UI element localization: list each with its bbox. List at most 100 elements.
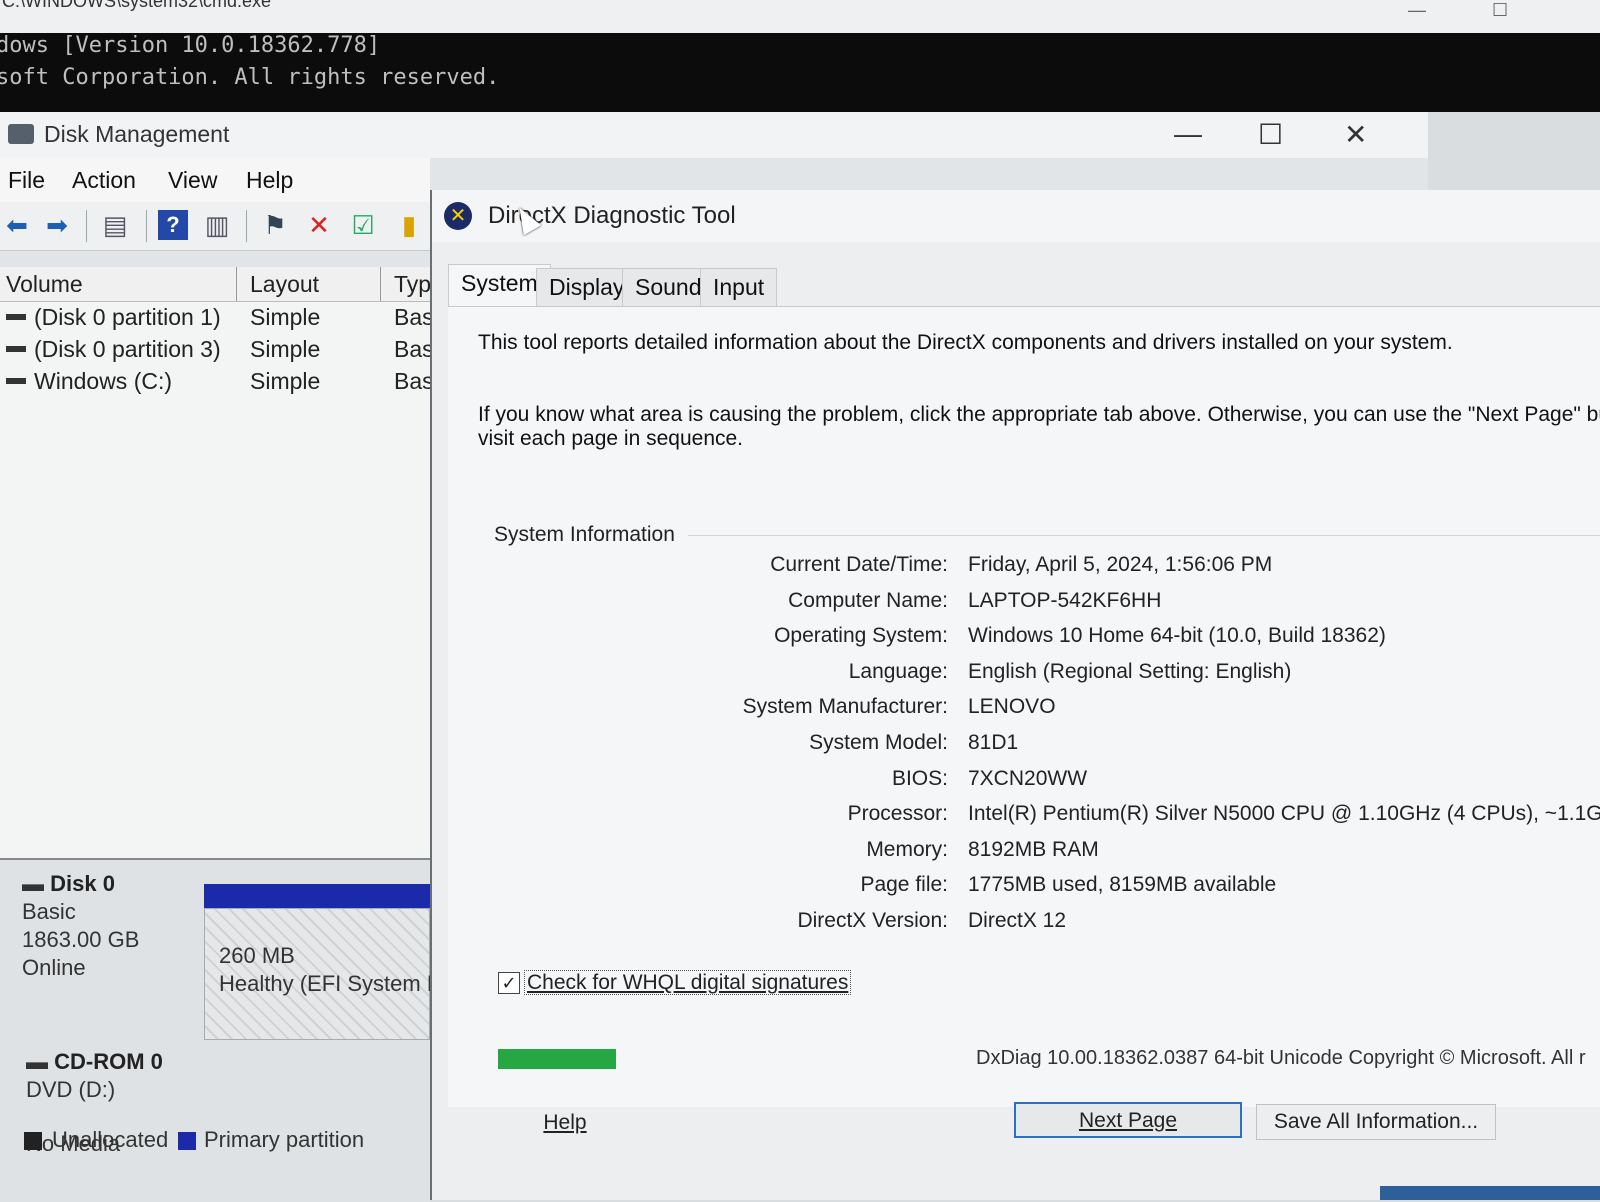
disk0-status: Online — [22, 955, 86, 980]
info-label: System Model: — [809, 731, 948, 754]
intro-text: This tool reports detailed information a… — [478, 331, 1453, 354]
menu-action[interactable]: Action — [72, 167, 136, 194]
info-label: Operating System: — [774, 624, 948, 648]
volume-layout: Simple — [250, 304, 321, 330]
next-page-label: Next Page — [1078, 1109, 1178, 1132]
info-label: Memory: — [866, 837, 948, 861]
column-type[interactable]: Typ — [394, 271, 431, 298]
dm-title: Disk Management — [44, 121, 230, 147]
info-row: BIOS: 7XCN20WW — [448, 767, 1600, 797]
dxdiag-window: ✕ DirectX Diagnostic Tool System Display… — [430, 190, 1600, 1200]
connect-icon[interactable]: ⚑ — [260, 210, 290, 240]
volume-name: (Disk 0 partition 1) — [34, 304, 221, 330]
next-page-button[interactable]: Next Page — [1014, 1102, 1242, 1138]
menu-view[interactable]: View — [168, 167, 217, 194]
intro-text-3: visit each page in sequence. — [478, 427, 744, 450]
menu-file[interactable]: File — [8, 167, 45, 194]
volume-list: (Disk 0 partition 1) Simple Bas (Disk 0 … — [0, 302, 434, 858]
forward-arrow-icon[interactable]: ➡ — [42, 210, 72, 240]
table-row[interactable]: (Disk 0 partition 1) Simple Bas — [0, 302, 434, 334]
volume-name: Windows (C:) — [34, 368, 173, 394]
disk0-size: 1863.00 GB — [22, 927, 140, 952]
volume-layout: Simple — [250, 368, 321, 394]
cmd-line: dows [Version 10.0.18362.778] — [0, 33, 381, 58]
whql-checkbox-label[interactable]: Check for WHQL digital signatures — [524, 970, 852, 995]
help-button[interactable]: Help — [530, 1106, 600, 1142]
info-value: 1775MB used, 8159MB available — [968, 873, 1277, 897]
progress-fill — [498, 1049, 616, 1069]
columns-icon[interactable]: ▥ — [202, 210, 232, 240]
save-all-information-button[interactable]: Save All Information... — [1256, 1104, 1496, 1140]
properties-icon[interactable]: ▤ — [100, 210, 130, 240]
whql-checkbox[interactable]: ✓ Check for WHQL digital signatures — [498, 970, 852, 995]
info-value: LENOVO — [968, 695, 1056, 719]
volume-icon — [6, 314, 26, 320]
info-value: 7XCN20WW — [968, 766, 1088, 790]
tab-input[interactable]: Input — [700, 268, 778, 307]
column-divider[interactable] — [236, 267, 237, 301]
volume-icon — [6, 378, 26, 384]
dxdiag-titlebar[interactable]: ✕ DirectX Diagnostic Tool — [432, 190, 1600, 242]
directx-logo-icon: ✕ — [444, 202, 472, 230]
column-divider[interactable] — [380, 267, 381, 301]
cmd-maximize-button[interactable]: ☐ — [1492, 0, 1508, 21]
legend-unallocated-swatch — [24, 1132, 42, 1150]
volume-type: Bas — [394, 368, 434, 394]
info-row: DirectX Version: DirectX 12 — [448, 909, 1600, 939]
partition-header-bar — [204, 884, 430, 908]
cdrom-name: CD-ROM 0 — [54, 1049, 163, 1074]
dm-close-button[interactable]: ✕ — [1344, 118, 1367, 151]
check-icon[interactable]: ☑ — [348, 210, 378, 240]
legend-primary-label: Primary partition — [204, 1127, 365, 1152]
toolbar-separator — [246, 210, 247, 242]
info-value: DirectX 12 — [968, 909, 1067, 932]
toolbar-separator — [86, 210, 87, 242]
info-value: Windows 10 Home 64-bit (10.0, Build 1836… — [968, 624, 1386, 648]
system-tab-panel: This tool reports detailed information a… — [448, 306, 1600, 1107]
disk0-name: Disk 0 — [50, 871, 115, 896]
info-value: 81D1 — [968, 731, 1019, 754]
legend-unallocated-label: Unallocated — [52, 1127, 169, 1152]
progress-bar — [498, 1049, 616, 1069]
column-volume[interactable]: Volume — [6, 271, 83, 298]
disk-management-icon — [8, 124, 34, 144]
taskbar-edge — [1380, 1186, 1600, 1200]
delete-icon[interactable]: ✕ — [304, 210, 334, 240]
legend-primary-swatch — [178, 1132, 196, 1150]
info-value: Intel(R) Pentium(R) Silver N5000 CPU @ 1… — [968, 802, 1600, 826]
dm-toolbar: ⬅ ➡ ▤ ? ▥ ⚑ ✕ ☑ ▮ — [0, 202, 430, 251]
cmd-window: C:\WINDOWS\system32\cmd.exe — ☐ dows [Ve… — [0, 0, 1600, 112]
info-row: System Manufacturer: LENOVO — [448, 695, 1600, 725]
section-title: System Information — [494, 523, 675, 546]
volume-type: Bas — [394, 336, 434, 362]
dm-menubar: File Action View Help — [0, 158, 430, 202]
table-row[interactable]: Windows (C:) Simple Bas — [0, 366, 434, 398]
dm-minimize-button[interactable]: — — [1174, 118, 1202, 150]
table-row[interactable]: (Disk 0 partition 3) Simple Bas — [0, 334, 434, 366]
info-row: Language: English (Regional Setting: Engl… — [448, 660, 1600, 690]
info-value: LAPTOP-542KF6HH — [968, 588, 1162, 612]
toolbar-separator — [146, 210, 147, 242]
info-value: English (Regional Setting: English) — [968, 659, 1292, 683]
partition-size: 260 MB — [219, 943, 295, 968]
cmd-minimize-button[interactable]: — — [1408, 0, 1426, 21]
info-label: Computer Name: — [788, 588, 948, 612]
dm-maximize-button[interactable]: ☐ — [1258, 118, 1283, 151]
help-icon[interactable]: ? — [158, 210, 188, 240]
info-row: Current Date/Time: Friday, April 5, 2024,… — [448, 553, 1600, 583]
info-value: Friday, April 5, 2024, 1:56:06 PM — [968, 553, 1273, 576]
volume-name: (Disk 0 partition 3) — [34, 336, 221, 362]
export-icon[interactable]: ▮ — [394, 210, 424, 240]
whql-checkbox-box[interactable]: ✓ — [498, 972, 520, 995]
info-label: DirectX Version: — [797, 909, 948, 932]
partition-block[interactable]: 260 MB Healthy (EFI System P — [204, 908, 442, 1040]
info-label: Current Date/Time: — [770, 553, 948, 576]
disk0-info[interactable]: ▬ Disk 0 Basic 1863.00 GB Online — [22, 870, 139, 982]
back-arrow-icon[interactable]: ⬅ — [2, 210, 32, 240]
menu-help[interactable]: Help — [246, 167, 293, 194]
dm-titlebar[interactable]: Disk Management — ☐ ✕ — [0, 112, 1428, 158]
cmd-console[interactable]: dows [Version 10.0.18362.778] soft Corpo… — [0, 33, 1600, 112]
info-row: Computer Name: LAPTOP-542KF6HH — [448, 589, 1600, 619]
volume-layout: Simple — [250, 336, 321, 362]
column-layout[interactable]: Layout — [250, 271, 319, 298]
